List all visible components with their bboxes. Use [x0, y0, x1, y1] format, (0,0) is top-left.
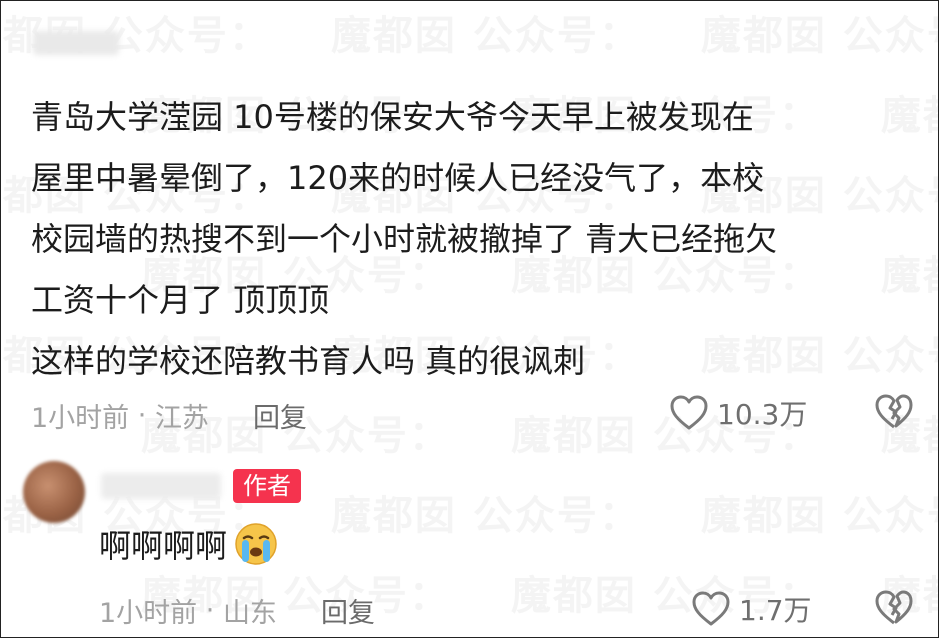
- broken-heart-icon[interactable]: [873, 393, 915, 431]
- reply-button[interactable]: 回复: [253, 396, 307, 435]
- comment-time: 1小时前: [31, 403, 130, 434]
- author-badge: 作者: [233, 469, 301, 503]
- comment-line: 校园墙的热搜不到一个小时就被撤掉了 青大已经拖欠: [31, 220, 778, 258]
- comment-line: 青岛大学滢园 10号楼的保安大爷今天早上被发现在: [31, 98, 754, 136]
- comment-thread: 青岛大学滢园 10号楼的保安大爷今天早上被发现在 屋里中暑晕倒了，120来的时候…: [1, 1, 938, 637]
- heart-outline-icon: [669, 394, 709, 432]
- commenter-name-blurred[interactable]: [33, 31, 119, 55]
- comment-location: 江苏: [154, 403, 209, 434]
- reply-location: 山东: [222, 598, 277, 629]
- broken-heart-icon[interactable]: [873, 589, 915, 627]
- comment-body: 青岛大学滢园 10号楼的保安大爷今天早上被发现在 屋里中暑晕倒了，120来的时候…: [31, 87, 911, 392]
- comment-line: 这样的学校还陪教书育人吗 真的很讽刺: [31, 342, 586, 380]
- replier-name-blurred[interactable]: [101, 473, 221, 499]
- like-button[interactable]: 1.7万: [691, 589, 812, 629]
- comment-meta: 1小时前 · 江苏 回复: [31, 396, 307, 435]
- like-count: 10.3万: [717, 398, 808, 431]
- comment-line: 屋里中暑晕倒了，120来的时候人已经没气了，本校: [31, 159, 765, 197]
- screenshot-frame: 魔都囡 公众号：魔都囡 公众号：魔都囡 公众号： 魔都囡 公众号：魔都囡 公众号…: [0, 0, 939, 638]
- like-button[interactable]: 10.3万: [669, 393, 807, 433]
- reply-button[interactable]: 回复: [321, 591, 375, 630]
- like-count: 1.7万: [739, 594, 812, 627]
- reply-meta: 1小时前 · 山东 回复: [99, 591, 375, 630]
- reply-time: 1小时前: [99, 598, 198, 629]
- crying-face-icon: [233, 521, 279, 567]
- comment-line: 工资十个月了 顶顶顶: [31, 281, 330, 319]
- reply-text: 啊啊啊啊: [99, 527, 228, 565]
- reply-body: 啊啊啊啊: [99, 521, 279, 567]
- heart-outline-icon: [691, 590, 731, 628]
- avatar[interactable]: [23, 461, 85, 523]
